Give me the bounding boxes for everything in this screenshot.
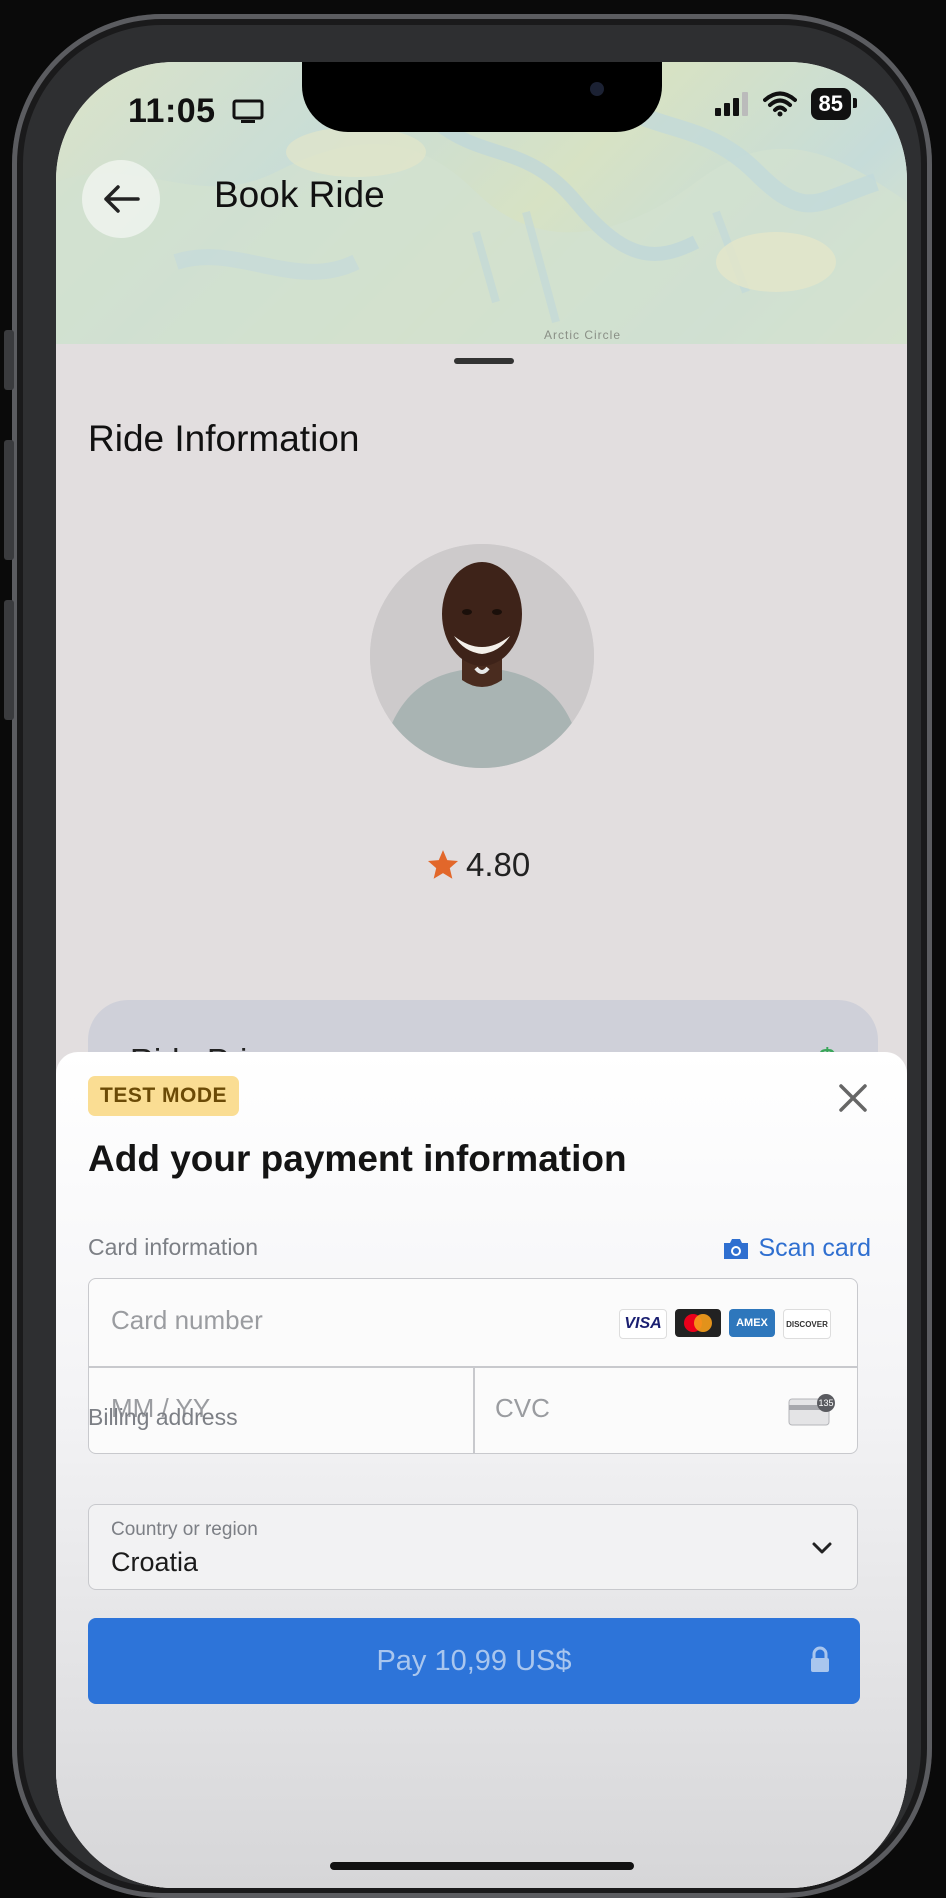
page-title: Book Ride (214, 174, 385, 215)
cvc-input[interactable] (495, 1393, 755, 1424)
notch (302, 62, 662, 132)
camera-icon (590, 82, 604, 96)
back-button[interactable] (82, 160, 160, 238)
driver-photo (370, 544, 594, 768)
close-button[interactable] (835, 1080, 871, 1116)
battery-indicator: 85 (810, 88, 858, 120)
payment-title: Add your payment information (88, 1138, 627, 1179)
drag-handle[interactable] (454, 358, 514, 364)
mute-switch (4, 330, 14, 390)
screen-mirroring-icon (232, 99, 264, 123)
ride-information-title: Ride Information (88, 418, 360, 459)
status-icons: 85 (714, 88, 858, 120)
home-indicator[interactable] (330, 1862, 634, 1870)
map-place-label: Arctic Circle (544, 328, 622, 342)
country-value: Croatia (111, 1547, 199, 1577)
cvc-card-icon: 135 (788, 1394, 835, 1426)
card-col-divider (473, 1367, 475, 1453)
card-information-label: Card information (88, 1234, 259, 1260)
visa-logo-icon: VISA (619, 1309, 667, 1339)
pay-button-label: Pay 10,99 US$ (376, 1644, 572, 1677)
chevron-down-icon (812, 1542, 832, 1554)
card-number-input[interactable] (111, 1305, 491, 1336)
billing-address-label: Billing address (88, 1404, 238, 1430)
scan-card-button[interactable]: Scan card (722, 1234, 871, 1263)
pay-button[interactable]: Pay 10,99 US$ (88, 1618, 860, 1704)
mastercard-logo-icon (675, 1309, 721, 1337)
status-time-text: 11:05 (128, 92, 216, 130)
volume-down-button (4, 600, 14, 720)
close-icon (839, 1084, 867, 1112)
amex-logo-icon: AMEX (729, 1309, 775, 1337)
test-mode-badge: TEST MODE (88, 1076, 240, 1116)
status-time: 11:05 (128, 92, 264, 131)
arrow-left-icon (104, 185, 140, 213)
camera-icon (724, 1238, 749, 1259)
cvc-icon-number: 135 (818, 1398, 833, 1408)
rating-value: 4.80 (466, 846, 531, 883)
driver-avatar (370, 544, 594, 768)
scan-card-label: Scan card (758, 1234, 871, 1262)
country-select[interactable]: Country or region Croatia (88, 1504, 858, 1590)
screen: Arctic Circle 11:05 85 Book Ride Ride In… (56, 62, 907, 1888)
wifi-icon (762, 91, 797, 117)
volume-up-button (4, 440, 14, 560)
cellular-signal-icon (714, 92, 748, 116)
driver-rating: 4.80 (426, 846, 530, 884)
country-field-label: Country or region (111, 1519, 258, 1540)
card-brand-logos: VISA AMEX DISCOVER (619, 1309, 831, 1339)
star-icon (427, 850, 459, 879)
lock-icon (811, 1646, 829, 1672)
discover-logo-icon: DISCOVER (783, 1309, 831, 1339)
payment-sheet: TEST MODE Add your payment information C… (56, 1052, 907, 1888)
